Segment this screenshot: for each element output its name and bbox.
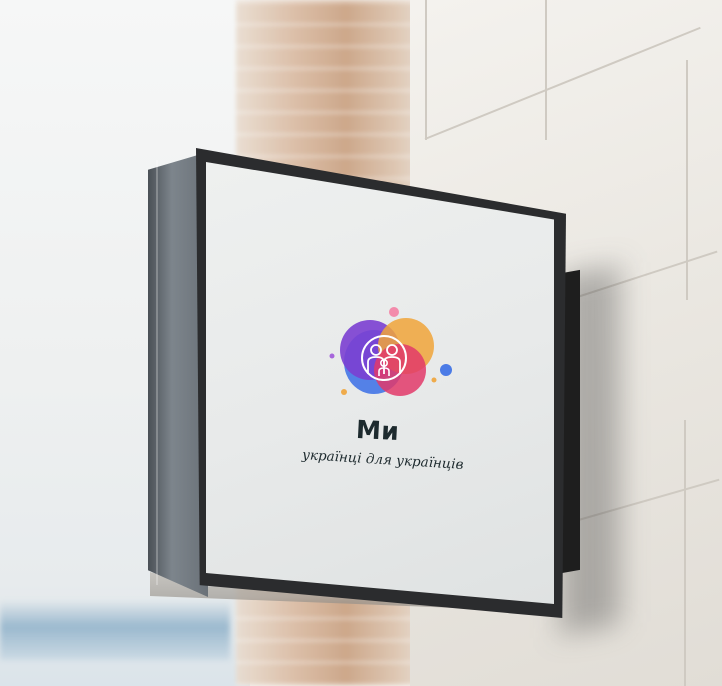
blurred-water-background — [0, 600, 230, 660]
wall-joint — [545, 0, 547, 140]
sign-side-highlight — [156, 159, 158, 586]
photo-scene: Ми українці для українців — [0, 0, 722, 686]
wall-joint — [425, 0, 427, 140]
brand-name: Ми — [355, 414, 401, 447]
wall-joint — [686, 60, 688, 300]
wall-joint — [684, 420, 686, 686]
family-icon — [329, 307, 452, 396]
